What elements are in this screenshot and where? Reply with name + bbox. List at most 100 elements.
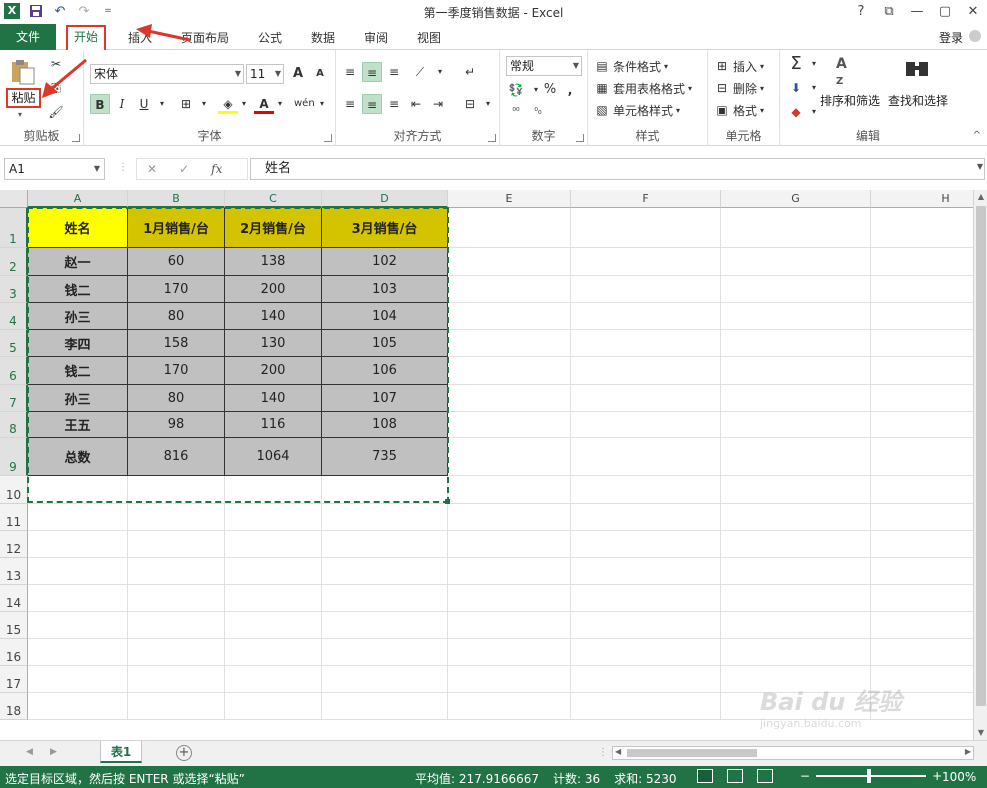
cell[interactable] xyxy=(28,504,128,531)
middle-align-icon[interactable]: ≡ xyxy=(362,62,382,82)
sort-filter-button[interactable]: 排序和筛选 xyxy=(820,92,880,109)
maximize-button[interactable]: ▢ xyxy=(931,0,959,24)
cell[interactable] xyxy=(571,666,721,693)
cell[interactable] xyxy=(871,330,973,357)
cell[interactable] xyxy=(322,504,448,531)
value-cell[interactable]: 170 xyxy=(128,357,225,385)
cell[interactable] xyxy=(871,412,973,438)
row-header-6[interactable]: 6 xyxy=(0,357,28,385)
decrease-indent-icon[interactable]: ⇤ xyxy=(406,94,426,114)
row-header-2[interactable]: 2 xyxy=(0,248,28,276)
cell[interactable] xyxy=(448,666,571,693)
cell[interactable] xyxy=(721,476,871,504)
collapse-ribbon-icon[interactable]: ^ xyxy=(973,130,981,141)
increase-indent-icon[interactable]: ⇥ xyxy=(428,94,448,114)
cell[interactable] xyxy=(871,357,973,385)
cell[interactable] xyxy=(871,208,973,248)
close-button[interactable]: ✕ xyxy=(959,0,987,24)
cell[interactable] xyxy=(571,208,721,248)
row-header-1[interactable]: 1 xyxy=(0,208,28,248)
name-cell[interactable]: 钱二 xyxy=(28,357,128,385)
underline-button[interactable]: U xyxy=(134,94,154,114)
tab-home[interactable]: 开始 xyxy=(66,25,107,50)
value-cell[interactable]: 140 xyxy=(225,385,322,412)
cell[interactable] xyxy=(322,639,448,666)
table-header-cell[interactable]: 2月销售/台 xyxy=(225,208,322,248)
cell[interactable] xyxy=(448,330,571,357)
value-cell[interactable]: 140 xyxy=(225,303,322,330)
cell[interactable] xyxy=(128,666,225,693)
cell[interactable] xyxy=(871,385,973,412)
cell[interactable] xyxy=(871,558,973,585)
cell[interactable] xyxy=(448,612,571,639)
format-painter-icon[interactable]: 🖌 xyxy=(46,102,66,122)
row-header-8[interactable]: 8 xyxy=(0,412,28,438)
format-cells-button[interactable]: ▣ 格式 ▾ xyxy=(714,100,764,120)
login-link[interactable]: 登录 xyxy=(939,29,963,46)
bold-button[interactable]: B xyxy=(90,94,110,114)
name-cell[interactable]: 孙三 xyxy=(28,303,128,330)
value-cell[interactable]: 200 xyxy=(225,357,322,385)
value-cell[interactable]: 103 xyxy=(322,276,448,303)
find-select-button[interactable]: 查找和选择 xyxy=(888,92,948,109)
value-cell[interactable]: 98 xyxy=(128,412,225,438)
page-layout-view-icon[interactable] xyxy=(727,769,743,783)
scroll-right-icon[interactable]: ▶ xyxy=(965,747,971,756)
minimize-button[interactable]: — xyxy=(903,0,931,24)
cell[interactable] xyxy=(322,666,448,693)
zoom-slider-thumb[interactable] xyxy=(867,769,872,783)
paste-icon[interactable] xyxy=(10,58,36,86)
cell[interactable] xyxy=(448,558,571,585)
cell[interactable] xyxy=(128,504,225,531)
clipboard-launcher-icon[interactable] xyxy=(72,134,80,142)
value-cell[interactable]: 107 xyxy=(322,385,448,412)
scroll-left-icon[interactable]: ◀ xyxy=(615,747,621,756)
accounting-format-icon[interactable]: 💱 xyxy=(506,80,526,100)
cell[interactable] xyxy=(225,612,322,639)
value-cell[interactable]: 102 xyxy=(322,248,448,276)
cell[interactable] xyxy=(871,438,973,476)
row-header-11[interactable]: 11 xyxy=(0,504,28,531)
column-header-h[interactable]: H xyxy=(871,190,973,208)
worksheet-grid[interactable]: A B C D E F G H 1 2 3 4 5 6 7 8 9 10 11 12 13 14 15 16 17 18 姓名 1月销… xyxy=(0,190,973,740)
autosum-dropdown-icon[interactable]: ▾ xyxy=(804,54,824,74)
row-header-13[interactable]: 13 xyxy=(0,558,28,585)
sort-filter-icon[interactable]: AZ xyxy=(836,56,866,87)
cell[interactable] xyxy=(571,504,721,531)
cell[interactable] xyxy=(721,385,871,412)
cell[interactable] xyxy=(128,558,225,585)
conditional-formatting-button[interactable]: ▤ 条件格式 ▾ xyxy=(594,56,668,76)
tab-formulas[interactable]: 公式 xyxy=(252,27,288,49)
help-button[interactable]: ? xyxy=(847,0,875,24)
formula-input[interactable]: 姓名 xyxy=(250,158,985,180)
tab-file[interactable]: 文件 xyxy=(0,24,56,50)
cell[interactable] xyxy=(225,504,322,531)
confirm-entry-icon[interactable]: ✓ xyxy=(179,162,189,176)
table-header-cell[interactable]: 姓名 xyxy=(28,208,128,248)
cell[interactable] xyxy=(448,412,571,438)
cell[interactable] xyxy=(871,303,973,330)
format-as-table-button[interactable]: ▦ 套用表格格式 ▾ xyxy=(594,78,692,98)
shrink-font-icon[interactable]: A xyxy=(310,64,330,84)
value-cell[interactable]: 130 xyxy=(225,330,322,357)
vertical-scroll-thumb[interactable] xyxy=(976,206,986,706)
align-left-icon[interactable]: ≡ xyxy=(340,94,360,114)
cell[interactable] xyxy=(28,558,128,585)
cell[interactable] xyxy=(322,693,448,720)
cell[interactable] xyxy=(571,385,721,412)
cell[interactable] xyxy=(571,303,721,330)
value-cell[interactable]: 1064 xyxy=(225,438,322,476)
cell[interactable] xyxy=(721,504,871,531)
cell[interactable] xyxy=(28,612,128,639)
orientation-dropdown-icon[interactable]: ▾ xyxy=(430,62,450,82)
cell[interactable] xyxy=(448,639,571,666)
cell[interactable] xyxy=(322,531,448,558)
cell[interactable] xyxy=(571,248,721,276)
horizontal-scrollbar[interactable]: ◀ ▶ xyxy=(612,746,974,760)
normal-view-icon[interactable] xyxy=(697,769,713,783)
copy-icon[interactable]: ⎘ xyxy=(46,78,66,98)
cancel-entry-icon[interactable]: ✕ xyxy=(147,162,157,176)
zoom-level[interactable]: 100% xyxy=(942,770,976,784)
cell[interactable] xyxy=(28,585,128,612)
cell[interactable] xyxy=(721,303,871,330)
